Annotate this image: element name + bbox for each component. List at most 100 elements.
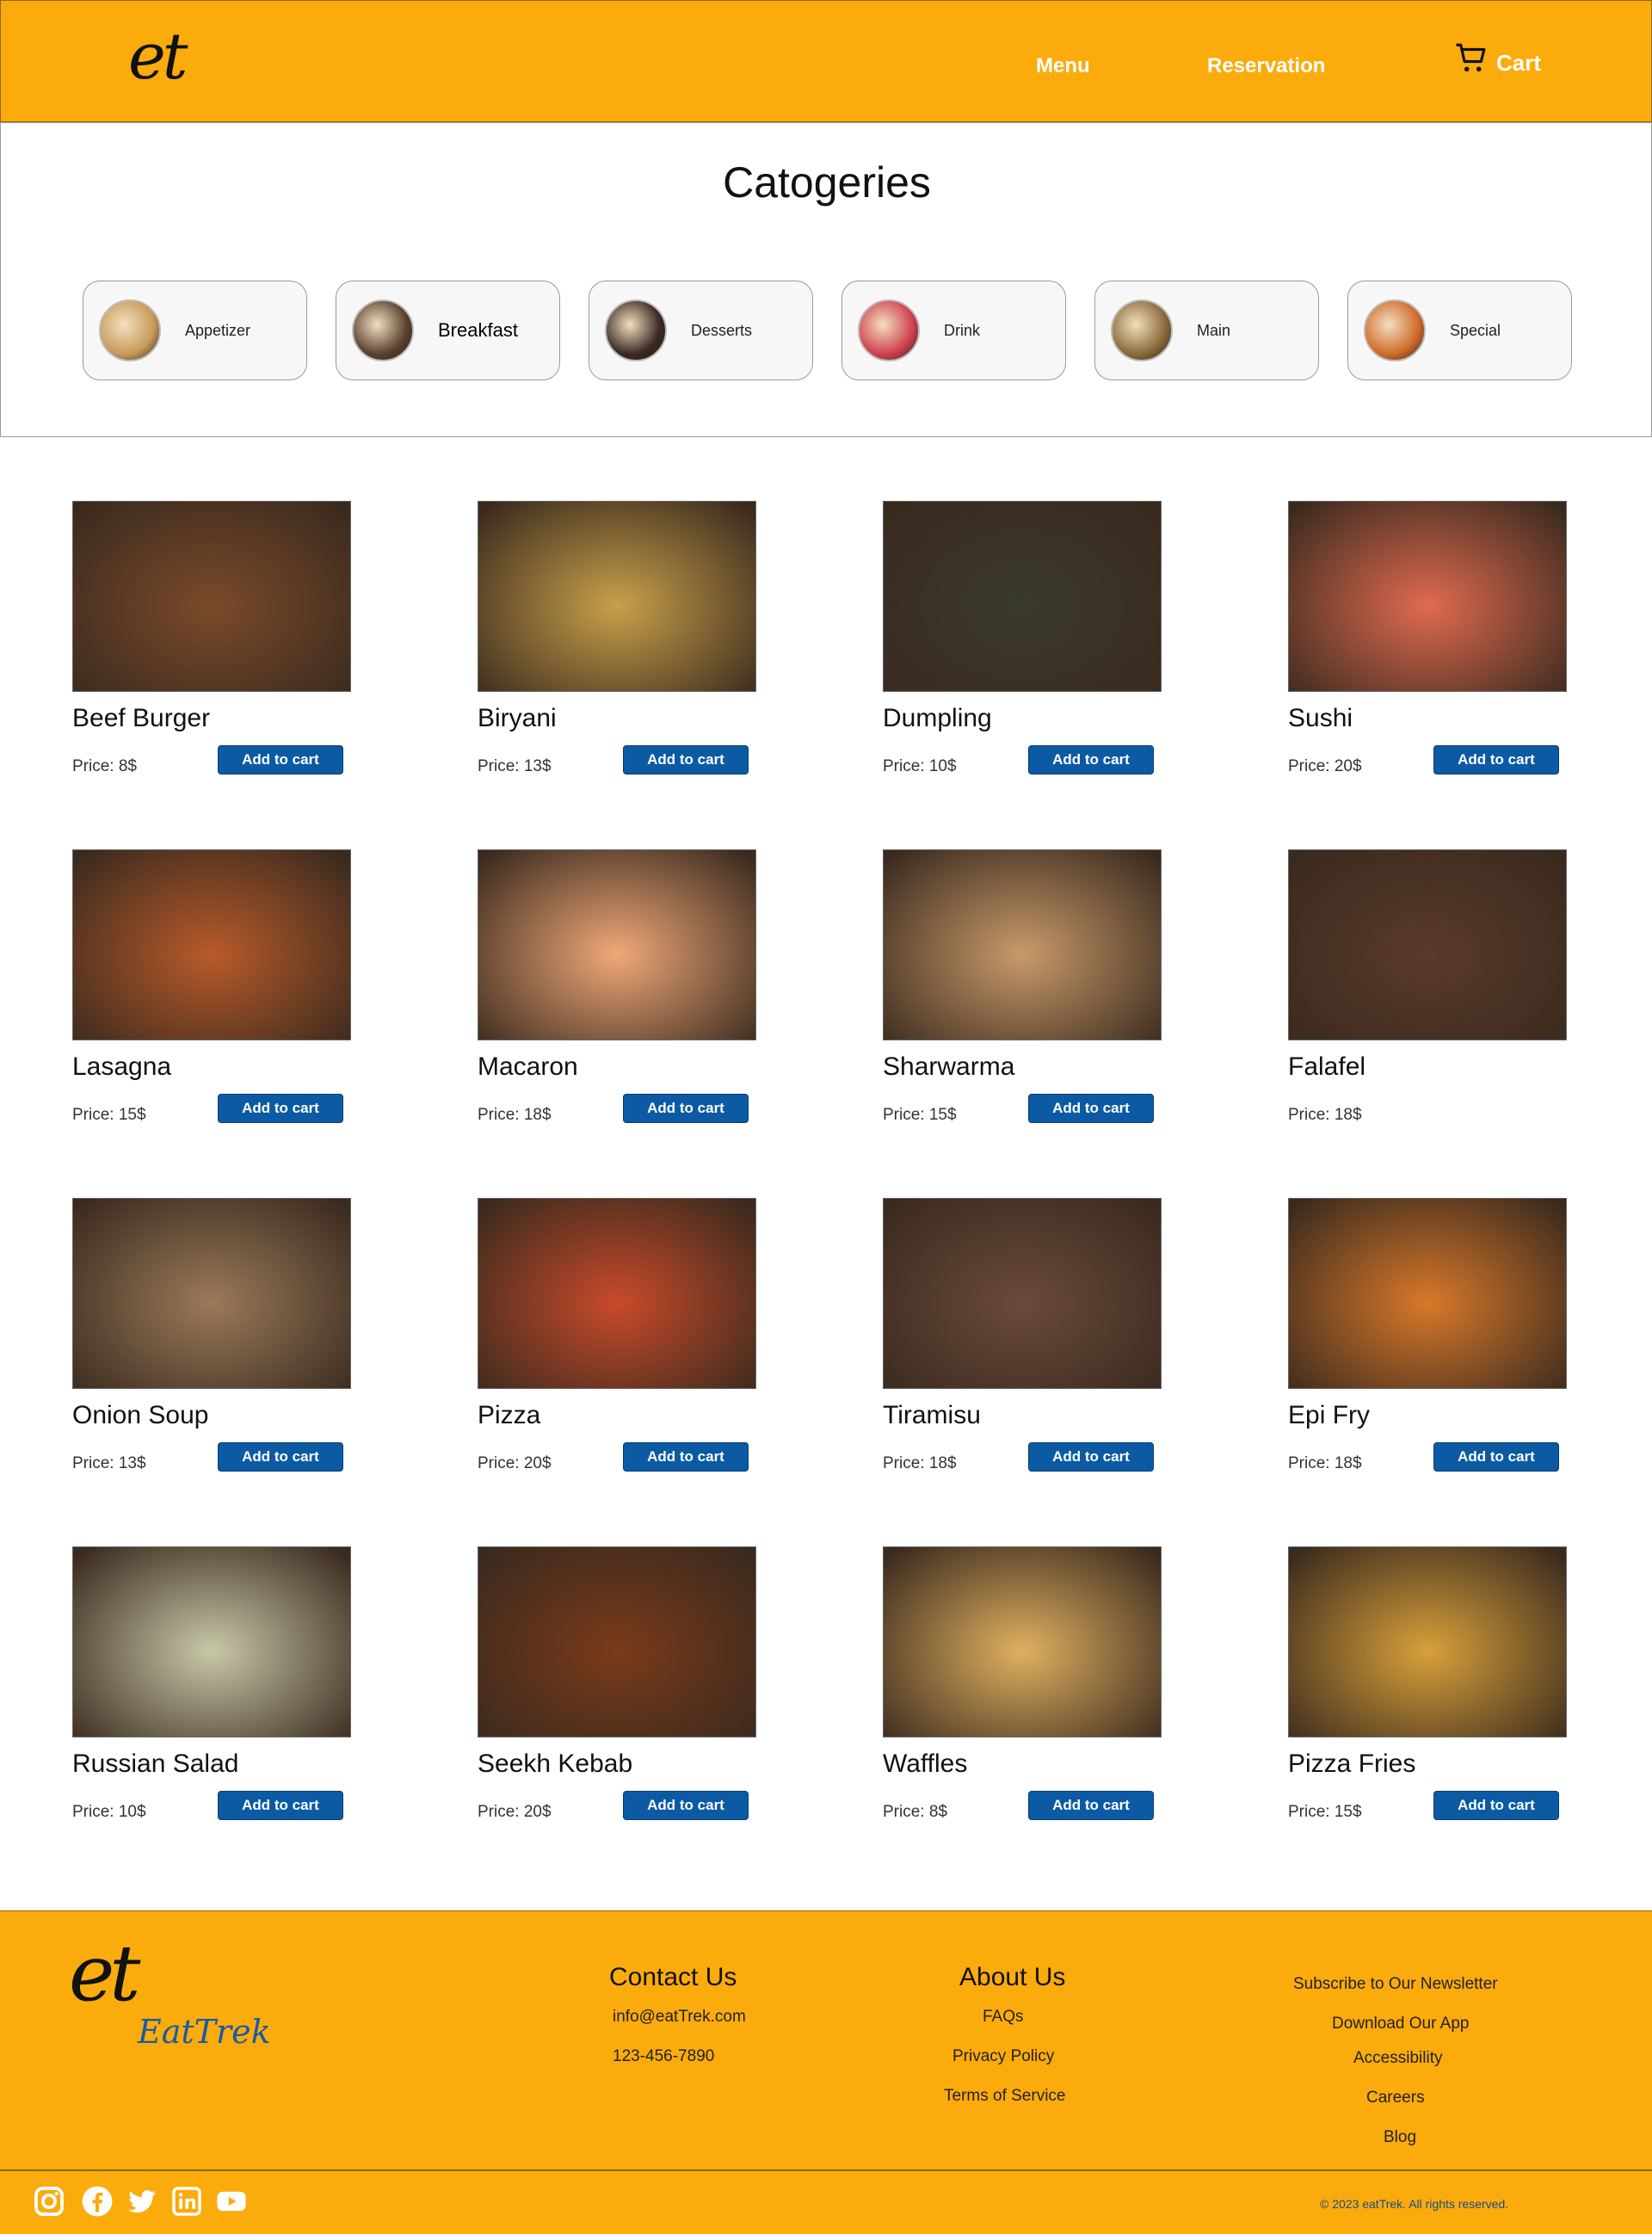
contact-phone[interactable]: 123-456-7890 bbox=[613, 2047, 714, 2066]
add-to-cart-button[interactable]: Add to cart bbox=[218, 1791, 343, 1820]
add-to-cart-button[interactable]: Add to cart bbox=[218, 1442, 343, 1472]
category-thumbnail bbox=[1111, 299, 1173, 361]
menu-item-name: Sushi bbox=[1288, 704, 1353, 732]
menu-item-image[interactable] bbox=[478, 501, 756, 692]
menu-item-card: Macaron Price: 18$ Add to cart bbox=[478, 849, 761, 1124]
add-to-cart-button[interactable]: Add to cart bbox=[218, 1094, 343, 1123]
menu-item-price: Price: 8$ bbox=[883, 1803, 947, 1821]
menu-item-name: Seekh Kebab bbox=[478, 1750, 633, 1778]
menu-item-price: Price: 8$ bbox=[72, 757, 137, 775]
careers-link[interactable]: Careers bbox=[1366, 2089, 1425, 2107]
menu-item-image[interactable] bbox=[883, 501, 1162, 692]
menu-item-image[interactable] bbox=[478, 1546, 756, 1737]
menu-item-price: Price: 15$ bbox=[1288, 1803, 1362, 1821]
blog-link[interactable]: Blog bbox=[1384, 2128, 1416, 2147]
menu-item-name: Macaron bbox=[478, 1052, 578, 1081]
category-chip-special[interactable]: Special bbox=[1347, 281, 1572, 380]
categories-section: Catogeries Appetizer Breakfast Desserts Dri… bbox=[0, 122, 1652, 437]
youtube-icon[interactable] bbox=[215, 2185, 248, 2218]
menu-item-name: Sharwarma bbox=[883, 1052, 1015, 1081]
cart-button[interactable]: Cart bbox=[1453, 40, 1541, 77]
twitter-icon[interactable] bbox=[126, 2185, 158, 2218]
menu-item-card: Beef Burger Price: 8$ Add to cart bbox=[72, 501, 356, 775]
cart-label: Cart bbox=[1496, 50, 1542, 76]
facebook-icon[interactable] bbox=[81, 2185, 114, 2218]
menu-item-image[interactable] bbox=[1288, 501, 1567, 692]
newsletter-link[interactable]: Subscribe to Our Newsletter bbox=[1293, 1975, 1498, 1994]
menu-item-price: Price: 20$ bbox=[478, 1803, 552, 1821]
privacy-policy-link[interactable]: Privacy Policy bbox=[952, 2047, 1054, 2066]
download-app-link[interactable]: Download Our App bbox=[1332, 2015, 1470, 2033]
menu-item-card: Lasagna Price: 15$ Add to cart bbox=[72, 849, 356, 1124]
menu-item-name: Beef Burger bbox=[72, 704, 211, 732]
menu-item-name: Onion Soup bbox=[72, 1401, 209, 1429]
menu-item-price: Price: 15$ bbox=[72, 1106, 146, 1124]
menu-item-image[interactable] bbox=[1288, 1198, 1567, 1389]
category-chip-breakfast[interactable]: Breakfast bbox=[336, 281, 560, 380]
menu-item-price: Price: 13$ bbox=[72, 1454, 146, 1472]
add-to-cart-button[interactable]: Add to cart bbox=[1433, 1442, 1559, 1472]
top-navbar: et Menu Reservation Cart bbox=[0, 0, 1652, 122]
category-thumbnail bbox=[858, 299, 920, 361]
menu-item-image[interactable] bbox=[72, 501, 351, 692]
menu-item-name: Pizza Fries bbox=[1288, 1750, 1416, 1778]
menu-item-name: Lasagna bbox=[72, 1052, 172, 1081]
menu-item-card: Epi Fry Price: 18$ Add to cart bbox=[1288, 1198, 1572, 1472]
contact-title: Contact Us bbox=[609, 1963, 737, 1991]
menu-item-name: Dumpling bbox=[883, 704, 992, 732]
menu-item-image[interactable] bbox=[72, 1546, 351, 1737]
category-chip-appetizer[interactable]: Appetizer bbox=[83, 281, 307, 380]
menu-item-card: Falafel Price: 18$ bbox=[1288, 849, 1572, 1124]
add-to-cart-button[interactable]: Add to cart bbox=[623, 1791, 749, 1820]
add-to-cart-button[interactable]: Add to cart bbox=[623, 1442, 749, 1472]
footer-logo: et bbox=[69, 1929, 140, 2019]
logo[interactable]: et bbox=[128, 20, 188, 94]
category-label: Drink bbox=[944, 321, 981, 339]
add-to-cart-button[interactable]: Add to cart bbox=[218, 745, 343, 774]
add-to-cart-button[interactable]: Add to cart bbox=[1028, 1442, 1154, 1472]
add-to-cart-button[interactable]: Add to cart bbox=[1433, 1791, 1559, 1820]
menu-item-name: Waffles bbox=[883, 1750, 968, 1778]
menu-item-price: Price: 18$ bbox=[883, 1454, 957, 1472]
category-chip-main[interactable]: Main bbox=[1094, 281, 1319, 380]
category-label: Special bbox=[1450, 321, 1501, 339]
faqs-link[interactable]: FAQs bbox=[983, 2008, 1024, 2027]
contact-email[interactable]: info@eatTrek.com bbox=[613, 2008, 746, 2027]
menu-item-image[interactable] bbox=[1288, 1546, 1567, 1737]
menu-item-image[interactable] bbox=[478, 1198, 756, 1389]
add-to-cart-button[interactable]: Add to cart bbox=[1028, 1791, 1154, 1820]
accessibility-link[interactable]: Accessibility bbox=[1353, 2049, 1442, 2068]
category-chip-desserts[interactable]: Desserts bbox=[589, 281, 813, 380]
menu-item-price: Price: 20$ bbox=[478, 1454, 552, 1472]
menu-item-image[interactable] bbox=[883, 1546, 1162, 1737]
linkedin-icon[interactable] bbox=[170, 2185, 203, 2218]
menu-item-image[interactable] bbox=[1288, 849, 1567, 1040]
add-to-cart-button[interactable]: Add to cart bbox=[1433, 745, 1559, 774]
cart-icon bbox=[1456, 43, 1486, 72]
nav-reservation-link[interactable]: Reservation bbox=[1207, 54, 1325, 78]
category-chip-drink[interactable]: Drink bbox=[841, 281, 1066, 380]
menu-item-card: Tiramisu Price: 18$ Add to cart bbox=[883, 1198, 1167, 1472]
menu-item-name: Epi Fry bbox=[1288, 1401, 1371, 1429]
menu-item-price: Price: 15$ bbox=[883, 1106, 957, 1124]
add-to-cart-button[interactable]: Add to cart bbox=[623, 745, 749, 774]
menu-item-card: Dumpling Price: 10$ Add to cart bbox=[883, 501, 1167, 775]
category-thumbnail bbox=[99, 299, 161, 361]
add-to-cart-button[interactable]: Add to cart bbox=[623, 1094, 749, 1123]
category-label: Main bbox=[1197, 321, 1231, 339]
add-to-cart-button[interactable]: Add to cart bbox=[1028, 745, 1154, 774]
menu-item-image[interactable] bbox=[72, 1198, 351, 1389]
instagram-icon[interactable] bbox=[33, 2185, 65, 2218]
terms-link[interactable]: Terms of Service bbox=[944, 2087, 1065, 2106]
menu-item-image[interactable] bbox=[478, 849, 756, 1040]
menu-item-image[interactable] bbox=[883, 1198, 1162, 1389]
menu-item-price: Price: 18$ bbox=[478, 1106, 552, 1124]
menu-item-image[interactable] bbox=[72, 849, 351, 1040]
menu-item-card: Sharwarma Price: 15$ Add to cart bbox=[883, 849, 1167, 1124]
menu-item-price: Price: 20$ bbox=[1288, 757, 1362, 775]
menu-item-image[interactable] bbox=[883, 849, 1162, 1040]
menu-item-card: Biryani Price: 13$ Add to cart bbox=[478, 501, 761, 775]
menu-item-card: Pizza Price: 20$ Add to cart bbox=[478, 1198, 761, 1472]
nav-menu-link[interactable]: Menu bbox=[1036, 54, 1090, 78]
add-to-cart-button[interactable]: Add to cart bbox=[1028, 1094, 1154, 1123]
